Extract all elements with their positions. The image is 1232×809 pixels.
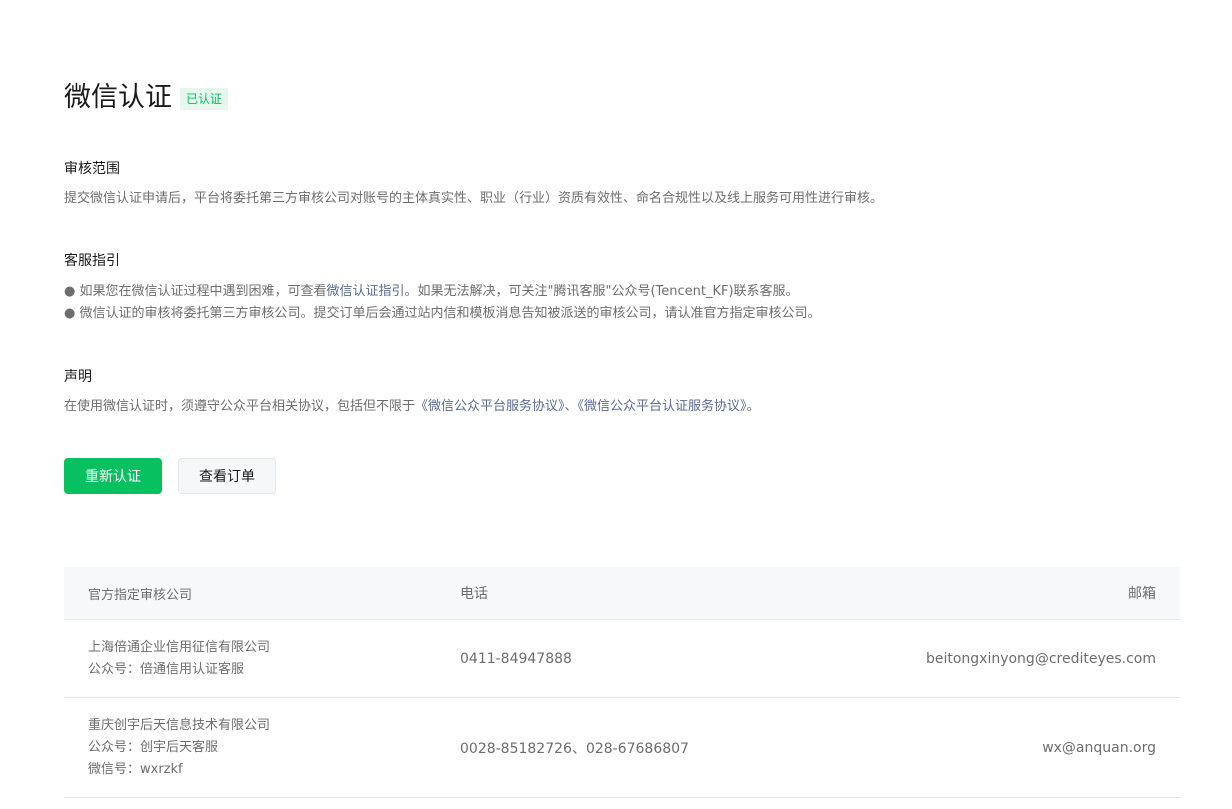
review-scope-text: 提交微信认证申请后，平台将委托第三方审核公司对账号的主体真实性、职业（行业）资质… [64, 191, 884, 206]
company-account: 公众号：倍通信用认证客服 [88, 661, 245, 677]
statement-title: 声明 [64, 369, 92, 385]
guide-item-2: ● 微信认证的审核将委托第三方审核公司。提交订单后会通过站内信和模板消息告知被派… [64, 306, 821, 321]
statement-prefix: 在使用微信认证时，须遵守公众平台相关协议，包括但不限于 [64, 399, 416, 414]
recertify-button[interactable]: 重新认证 [64, 458, 162, 494]
guide-item-1: ● 如果您在微信认证过程中遇到困难，可查看微信认证指引。如果无法解决，可关注"腾… [64, 281, 820, 303]
company-cell: 重庆创宇后天信息技术有限公司 公众号：创宇后天客服 微信号：wxrzkf [64, 715, 460, 781]
status-badge: 已认证 [180, 88, 229, 110]
wechat-certification-page: 微信认证 已认证 审核范围 提交微信认证申请后，平台将委托第三方审核公司对账号的… [0, 0, 1232, 809]
table-row: 重庆创宇后天信息技术有限公司 公众号：创宇后天客服 微信号：wxrzkf 002… [64, 698, 1180, 798]
statement-text: 在使用微信认证时，须遵守公众平台相关协议，包括但不限于《微信公众平台服务协议》、… [64, 396, 760, 418]
company-name: 上海倍通企业信用征信有限公司 [88, 639, 271, 655]
header-email: 邮箱 [1128, 586, 1156, 602]
customer-service-list: ● 如果您在微信认证过程中遇到困难，可查看微信认证指引。如果无法解决，可关注"腾… [64, 281, 820, 325]
email-cell: wx@anquan.org [1042, 739, 1156, 756]
guide-item-1-prefix: ● 如果您在微信认证过程中遇到困难，可查看 [64, 284, 327, 299]
company-account: 公众号：创宇后天客服 [88, 739, 219, 755]
company-wechat-id: 微信号：wxrzkf [88, 761, 183, 777]
customer-service-title: 客服指引 [64, 253, 120, 269]
action-buttons: 重新认证 查看订单 [64, 458, 276, 494]
guide-item-1-suffix: 。如果无法解决，可关注"腾讯客服"公众号(Tencent_KF)联系客服。 [404, 284, 799, 299]
review-scope-section: 审核范围 提交微信认证申请后，平台将委托第三方审核公司对账号的主体真实性、职业（… [64, 159, 883, 210]
company-name: 重庆创宇后天信息技术有限公司 [88, 717, 271, 733]
table-header: 官方指定审核公司 电话 邮箱 [64, 567, 1180, 620]
statement-suffix: 。 [746, 399, 760, 414]
statement-section: 声明 在使用微信认证时，须遵守公众平台相关协议，包括但不限于《微信公众平台服务协… [64, 367, 760, 418]
customer-service-section: 客服指引 ● 如果您在微信认证过程中遇到困难，可查看微信认证指引。如果无法解决，… [64, 251, 820, 325]
table-row: 上海倍通企业信用征信有限公司 公众号：倍通信用认证客服 0411-8494788… [64, 620, 1180, 698]
review-companies-table: 官方指定审核公司 电话 邮箱 上海倍通企业信用征信有限公司 公众号：倍通信用认证… [64, 567, 1180, 798]
platform-service-agreement-link[interactable]: 《微信公众平台服务协议》 [415, 399, 565, 414]
view-orders-button[interactable]: 查看订单 [178, 458, 276, 494]
header-phone: 电话 [460, 586, 488, 602]
certification-service-agreement-link[interactable]: 《微信公众平台认证服务协议》 [578, 399, 747, 414]
phone-cell: 0028-85182726、028-67686807 [460, 740, 689, 757]
statement-separator: 、 [564, 399, 578, 414]
company-cell: 上海倍通企业信用征信有限公司 公众号：倍通信用认证客服 [64, 637, 460, 681]
page-header: 微信认证 已认证 [64, 80, 229, 116]
certification-guide-link[interactable]: 微信认证指引 [326, 284, 404, 299]
header-company: 官方指定审核公司 [88, 587, 193, 603]
page-title: 微信认证 [64, 82, 172, 113]
review-scope-title: 审核范围 [64, 161, 120, 177]
phone-cell: 0411-84947888 [460, 650, 572, 667]
email-cell: beitongxinyong@crediteyes.com [925, 650, 1156, 667]
